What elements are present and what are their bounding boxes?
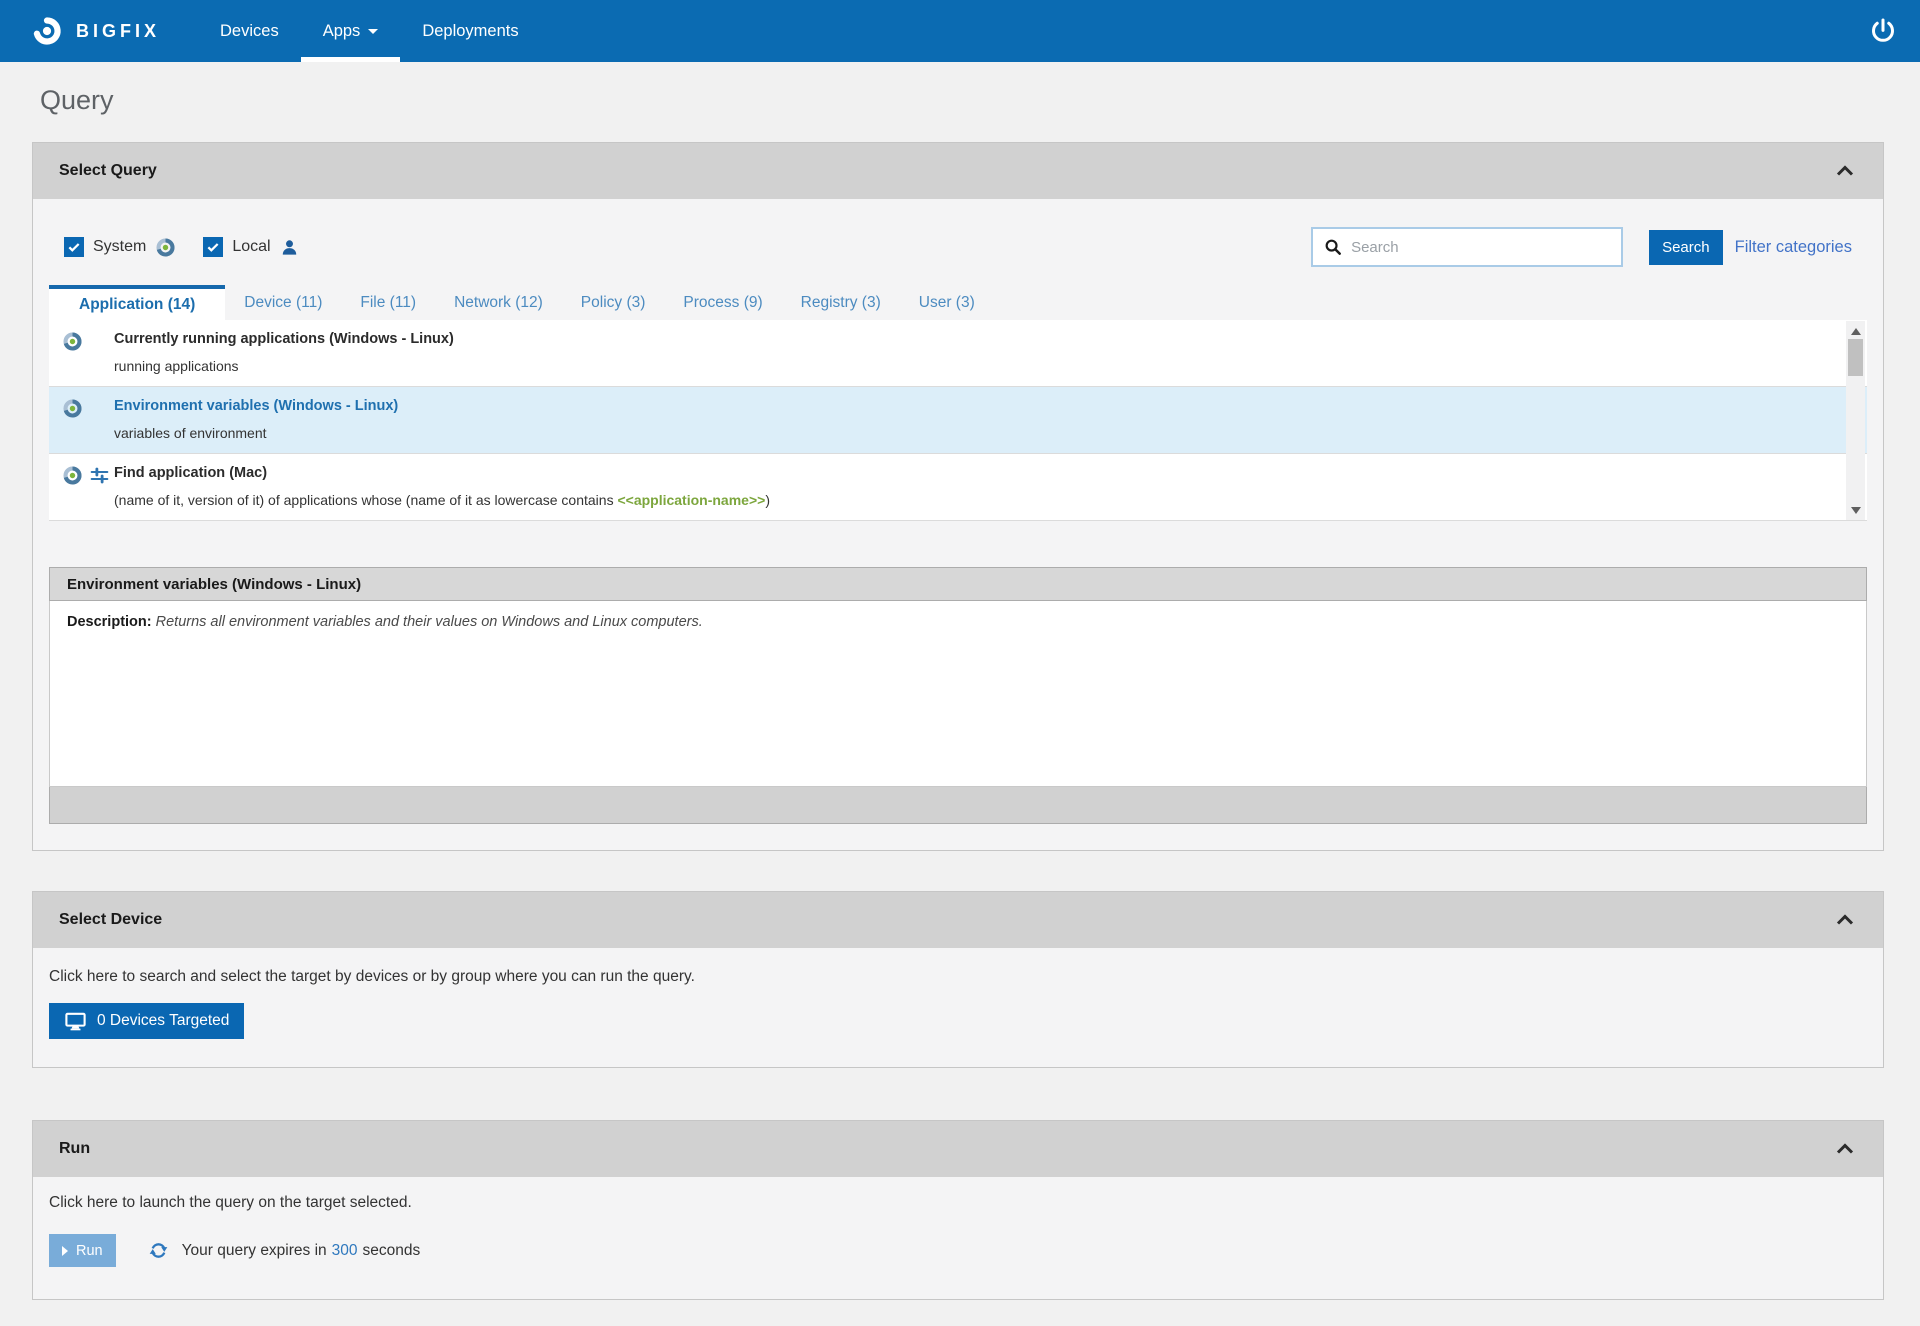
select-device-panel: Select Device Click here to search and s… bbox=[32, 891, 1884, 1068]
query-item-icons bbox=[62, 463, 114, 510]
system-checkbox[interactable] bbox=[64, 237, 84, 257]
run-button[interactable]: Run bbox=[49, 1234, 116, 1267]
check-icon bbox=[207, 243, 219, 252]
caret-down-icon bbox=[368, 28, 379, 34]
sliders-icon bbox=[90, 467, 109, 484]
nav-item-devices[interactable]: Devices bbox=[198, 0, 301, 62]
nav-items: Devices Apps Deployments bbox=[198, 0, 541, 62]
bigfix-badge-icon bbox=[63, 399, 82, 418]
description-text: Returns all environment variables and th… bbox=[155, 614, 703, 630]
nav-item-apps-label: Apps bbox=[322, 21, 361, 40]
select-device-body: Click here to search and select the targ… bbox=[33, 948, 1883, 1067]
bigfix-badge-icon bbox=[63, 332, 82, 351]
check-icon bbox=[68, 243, 80, 252]
query-item-icons bbox=[62, 329, 114, 376]
select-device-header: Select Device bbox=[33, 892, 1883, 948]
query-list-item[interactable]: Currently running applications (Windows … bbox=[49, 320, 1867, 387]
query-item-subtitle: (name of it, version of it) of applicati… bbox=[114, 492, 770, 508]
query-item-title: Currently running applications (Windows … bbox=[114, 331, 454, 347]
select-query-body: System Local Search Search Filter catego… bbox=[33, 199, 1883, 850]
local-filter-label: Local bbox=[232, 238, 271, 255]
chevron-up-icon bbox=[1836, 165, 1854, 176]
query-detail-title: Environment variables (Windows - Linux) bbox=[49, 567, 1867, 601]
query-item-subtitle: variables of environment bbox=[114, 425, 267, 441]
system-filter[interactable]: System bbox=[64, 237, 176, 258]
select-query-title: Select Query bbox=[59, 162, 157, 179]
query-detail-body: Description: Returns all environment var… bbox=[49, 601, 1867, 787]
query-item-title: Environment variables (Windows - Linux) bbox=[114, 398, 399, 414]
page-title: Query bbox=[40, 85, 114, 115]
tab-policy[interactable]: Policy (3) bbox=[562, 285, 665, 320]
tab-file[interactable]: File (11) bbox=[341, 285, 435, 320]
chevron-up-icon bbox=[1836, 1143, 1854, 1154]
run-row: Run Your query expires in 300 seconds bbox=[49, 1234, 1867, 1267]
top-nav: BIGFIX Devices Apps Deployments bbox=[0, 0, 1920, 62]
category-tabs: Application (14) Device (11) File (11) N… bbox=[49, 285, 1867, 320]
query-list-item-selected[interactable]: Environment variables (Windows - Linux) … bbox=[49, 387, 1867, 454]
collapse-button[interactable] bbox=[1833, 908, 1857, 932]
tab-device[interactable]: Device (11) bbox=[225, 285, 341, 320]
query-item-subtitle: running applications bbox=[114, 358, 239, 374]
search-button[interactable]: Search bbox=[1649, 229, 1723, 265]
search-box bbox=[1311, 227, 1624, 267]
nav-item-apps[interactable]: Apps bbox=[300, 0, 401, 62]
query-item-icons bbox=[62, 396, 114, 443]
query-list: Currently running applications (Windows … bbox=[49, 320, 1867, 521]
refresh-button[interactable] bbox=[148, 1240, 169, 1261]
brand[interactable]: BIGFIX bbox=[30, 14, 160, 48]
scrollbar-thumb[interactable] bbox=[1848, 339, 1863, 376]
search-area: Search Filter categories bbox=[1311, 227, 1852, 267]
scroll-down-arrow[interactable] bbox=[1846, 502, 1865, 518]
collapse-button[interactable] bbox=[1833, 1137, 1857, 1161]
collapse-button[interactable] bbox=[1833, 159, 1857, 183]
run-title: Run bbox=[59, 1140, 91, 1157]
select-query-header: Select Query bbox=[33, 143, 1883, 199]
power-icon bbox=[1872, 18, 1894, 42]
logout-button[interactable] bbox=[1868, 16, 1920, 46]
tab-network[interactable]: Network (12) bbox=[435, 285, 562, 320]
devices-targeted-button[interactable]: 0 Devices Targeted bbox=[49, 1003, 245, 1039]
query-detail: Environment variables (Windows - Linux) … bbox=[49, 567, 1867, 824]
local-filter[interactable]: Local bbox=[203, 237, 298, 257]
run-header: Run bbox=[33, 1121, 1883, 1177]
brand-name: BIGFIX bbox=[76, 20, 161, 41]
query-parameter-token: <<application-name>> bbox=[617, 492, 766, 508]
bigfix-badge-icon bbox=[156, 237, 175, 257]
query-detail-footer bbox=[49, 787, 1867, 824]
tab-registry[interactable]: Registry (3) bbox=[782, 285, 900, 320]
bigfix-badge-icon bbox=[63, 466, 82, 485]
search-input[interactable] bbox=[1351, 238, 1614, 256]
query-item-title: Find application (Mac) bbox=[114, 465, 268, 481]
tab-user[interactable]: User (3) bbox=[900, 285, 994, 320]
scroll-up-arrow[interactable] bbox=[1846, 323, 1865, 339]
query-list-item[interactable]: Find application (Mac) (name of it, vers… bbox=[49, 454, 1867, 521]
select-device-instruction: Click here to search and select the targ… bbox=[49, 968, 695, 985]
bigfix-logo-icon bbox=[33, 17, 61, 45]
filter-categories-link[interactable]: Filter categories bbox=[1735, 238, 1852, 257]
chevron-up-icon bbox=[1836, 914, 1854, 925]
list-scrollbar[interactable] bbox=[1846, 321, 1865, 520]
query-expiry-text: Your query expires in 300 seconds bbox=[181, 1241, 421, 1259]
run-instruction: Click here to launch the query on the ta… bbox=[49, 1194, 412, 1211]
filter-row: System Local Search Search Filter catego… bbox=[64, 227, 1852, 267]
expiry-seconds-value: 300 bbox=[331, 1241, 358, 1259]
monitor-icon bbox=[65, 1012, 86, 1030]
run-button-label: Run bbox=[76, 1242, 103, 1259]
nav-item-deployments[interactable]: Deployments bbox=[400, 0, 540, 62]
search-icon bbox=[1325, 239, 1341, 255]
person-icon bbox=[282, 239, 296, 255]
tab-process[interactable]: Process (9) bbox=[664, 285, 781, 320]
select-device-title: Select Device bbox=[59, 911, 163, 928]
system-filter-label: System bbox=[93, 238, 147, 255]
local-checkbox[interactable] bbox=[203, 237, 224, 257]
tab-application[interactable]: Application (14) bbox=[49, 285, 226, 320]
description-label: Description: bbox=[67, 614, 152, 630]
play-icon bbox=[62, 1245, 68, 1256]
devices-targeted-label: 0 Devices Targeted bbox=[97, 1012, 230, 1029]
refresh-icon bbox=[149, 1243, 167, 1258]
run-body: Click here to launch the query on the ta… bbox=[33, 1177, 1883, 1299]
select-query-panel: Select Query System Local Search Search … bbox=[32, 142, 1884, 851]
run-panel: Run Click here to launch the query on th… bbox=[32, 1120, 1884, 1300]
